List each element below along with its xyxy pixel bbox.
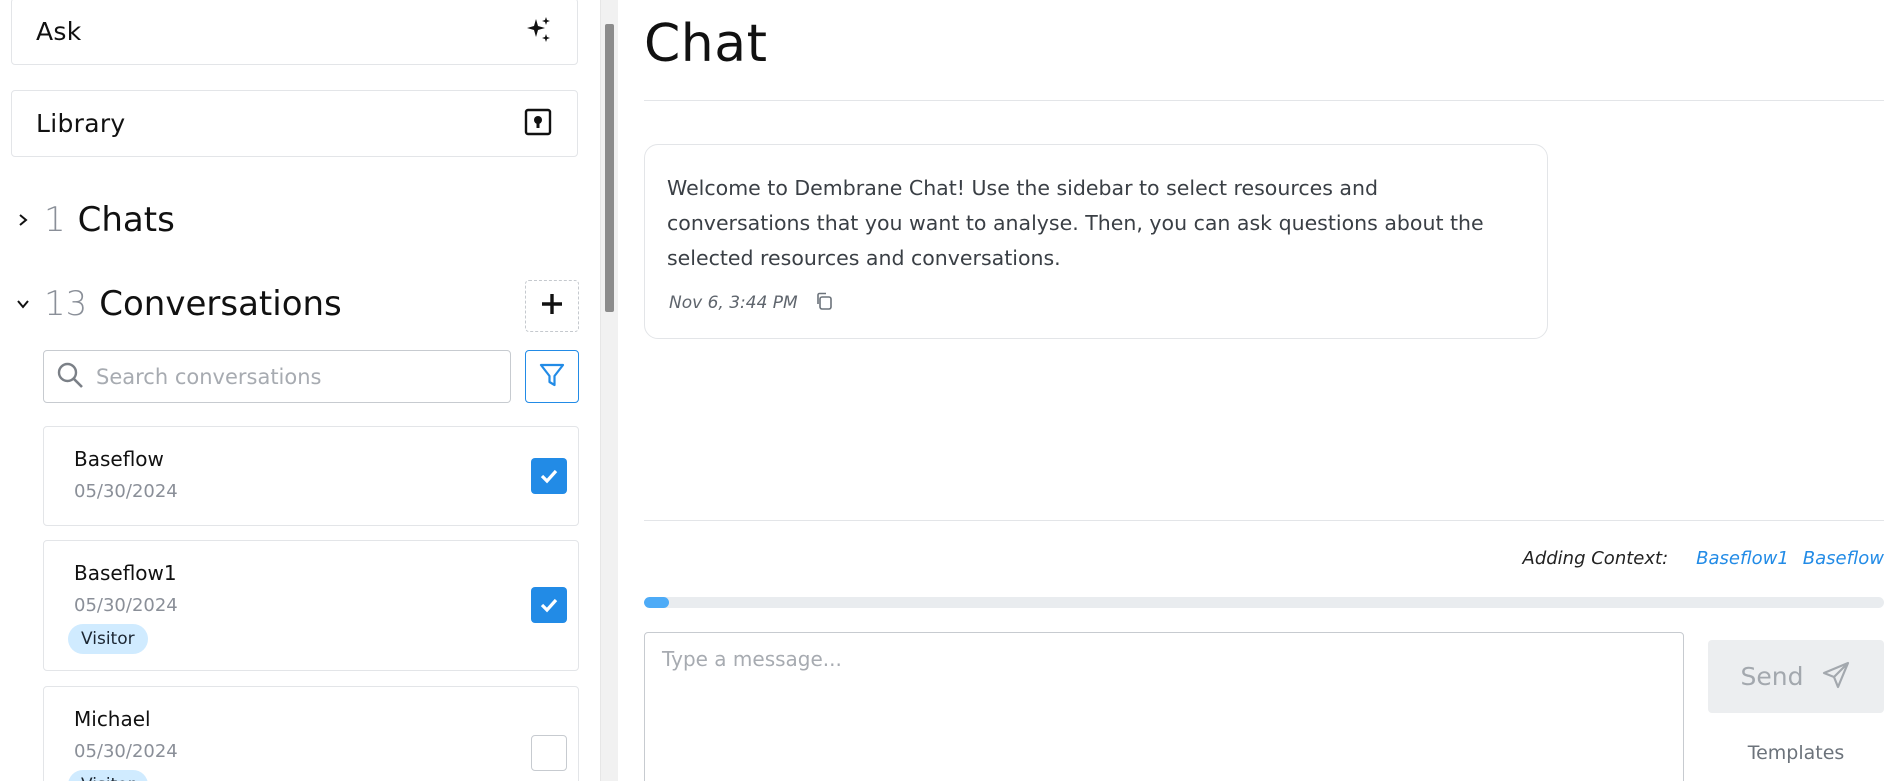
library-label: Library	[36, 109, 126, 138]
search-input[interactable]	[96, 364, 476, 389]
send-button[interactable]: Send	[1708, 640, 1884, 713]
sidebar-scrollbar-thumb[interactable]	[605, 24, 614, 312]
conversation-date: 05/30/2024	[74, 481, 178, 502]
message-text: Welcome to Dembrane Chat! Use the sideba…	[667, 176, 1484, 270]
conversation-checkbox[interactable]	[531, 587, 567, 623]
chat-panel: Chat Welcome to Dembrane Chat! Use the s…	[618, 0, 1899, 781]
sparkles-icon	[523, 15, 553, 49]
conversation-checkbox[interactable]	[531, 458, 567, 494]
search-conversations-field[interactable]	[43, 350, 511, 403]
check-icon	[540, 469, 558, 484]
conversations-section-toggle[interactable]: 13 Conversations	[14, 284, 342, 324]
context-label: Adding Context:	[1522, 548, 1669, 569]
message-timestamp: Nov 6, 3:44 PM	[669, 293, 798, 313]
filter-icon	[538, 361, 566, 393]
visitor-tag: Visitor	[68, 624, 148, 654]
library-icon	[523, 107, 553, 141]
filter-button[interactable]	[525, 350, 579, 403]
message-meta: Nov 6, 3:44 PM	[669, 291, 834, 315]
conversation-checkbox[interactable]	[531, 735, 567, 771]
assistant-message: Welcome to Dembrane Chat! Use the sideba…	[644, 144, 1548, 339]
visitor-tag: Visitor	[68, 770, 148, 781]
conversations-title: Conversations	[99, 284, 342, 324]
ask-label: Ask	[36, 17, 82, 46]
chats-title: Chats	[77, 200, 175, 240]
divider	[644, 100, 1884, 101]
chats-section-toggle[interactable]: 1 Chats	[14, 200, 175, 240]
library-nav-button[interactable]: Library	[11, 90, 578, 157]
templates-button[interactable]: Templates	[1708, 742, 1884, 764]
sidebar: Ask Library 1 Chats 13 Conversations Sea…	[0, 0, 600, 781]
conversation-name: Michael	[74, 707, 151, 731]
ask-nav-button[interactable]: Ask	[11, 0, 578, 65]
chats-count: 1	[44, 200, 66, 240]
divider	[644, 520, 1884, 521]
context-row: Adding Context: Baseflow1 Baseflow	[1523, 548, 1884, 569]
add-conversation-button[interactable]	[525, 280, 579, 332]
conversation-date: 05/30/2024	[74, 741, 178, 762]
conversation-item[interactable]: Michael 05/30/2024 Visitor	[43, 686, 579, 781]
send-label: Send	[1740, 662, 1804, 691]
message-input[interactable]	[644, 632, 1684, 781]
conversation-name: Baseflow1	[74, 561, 177, 585]
conversation-item[interactable]: Baseflow1 05/30/2024 Visitor	[43, 540, 579, 671]
send-icon	[1821, 660, 1851, 694]
progress-fill	[644, 597, 669, 608]
context-item[interactable]: Baseflow1	[1696, 548, 1789, 569]
page-title: Chat	[644, 14, 768, 74]
chevron-down-icon	[14, 295, 32, 313]
plus-icon	[540, 292, 564, 320]
check-icon	[540, 598, 558, 613]
conversation-date: 05/30/2024	[74, 595, 178, 616]
context-progress-bar	[644, 597, 1884, 608]
conversation-item[interactable]: Baseflow 05/30/2024	[43, 426, 579, 526]
copy-icon[interactable]	[814, 291, 834, 315]
chevron-right-icon	[14, 211, 32, 229]
conversation-name: Baseflow	[74, 447, 164, 471]
context-item[interactable]: Baseflow	[1803, 548, 1884, 569]
conversations-count: 13	[44, 284, 88, 324]
search-icon	[56, 361, 84, 393]
